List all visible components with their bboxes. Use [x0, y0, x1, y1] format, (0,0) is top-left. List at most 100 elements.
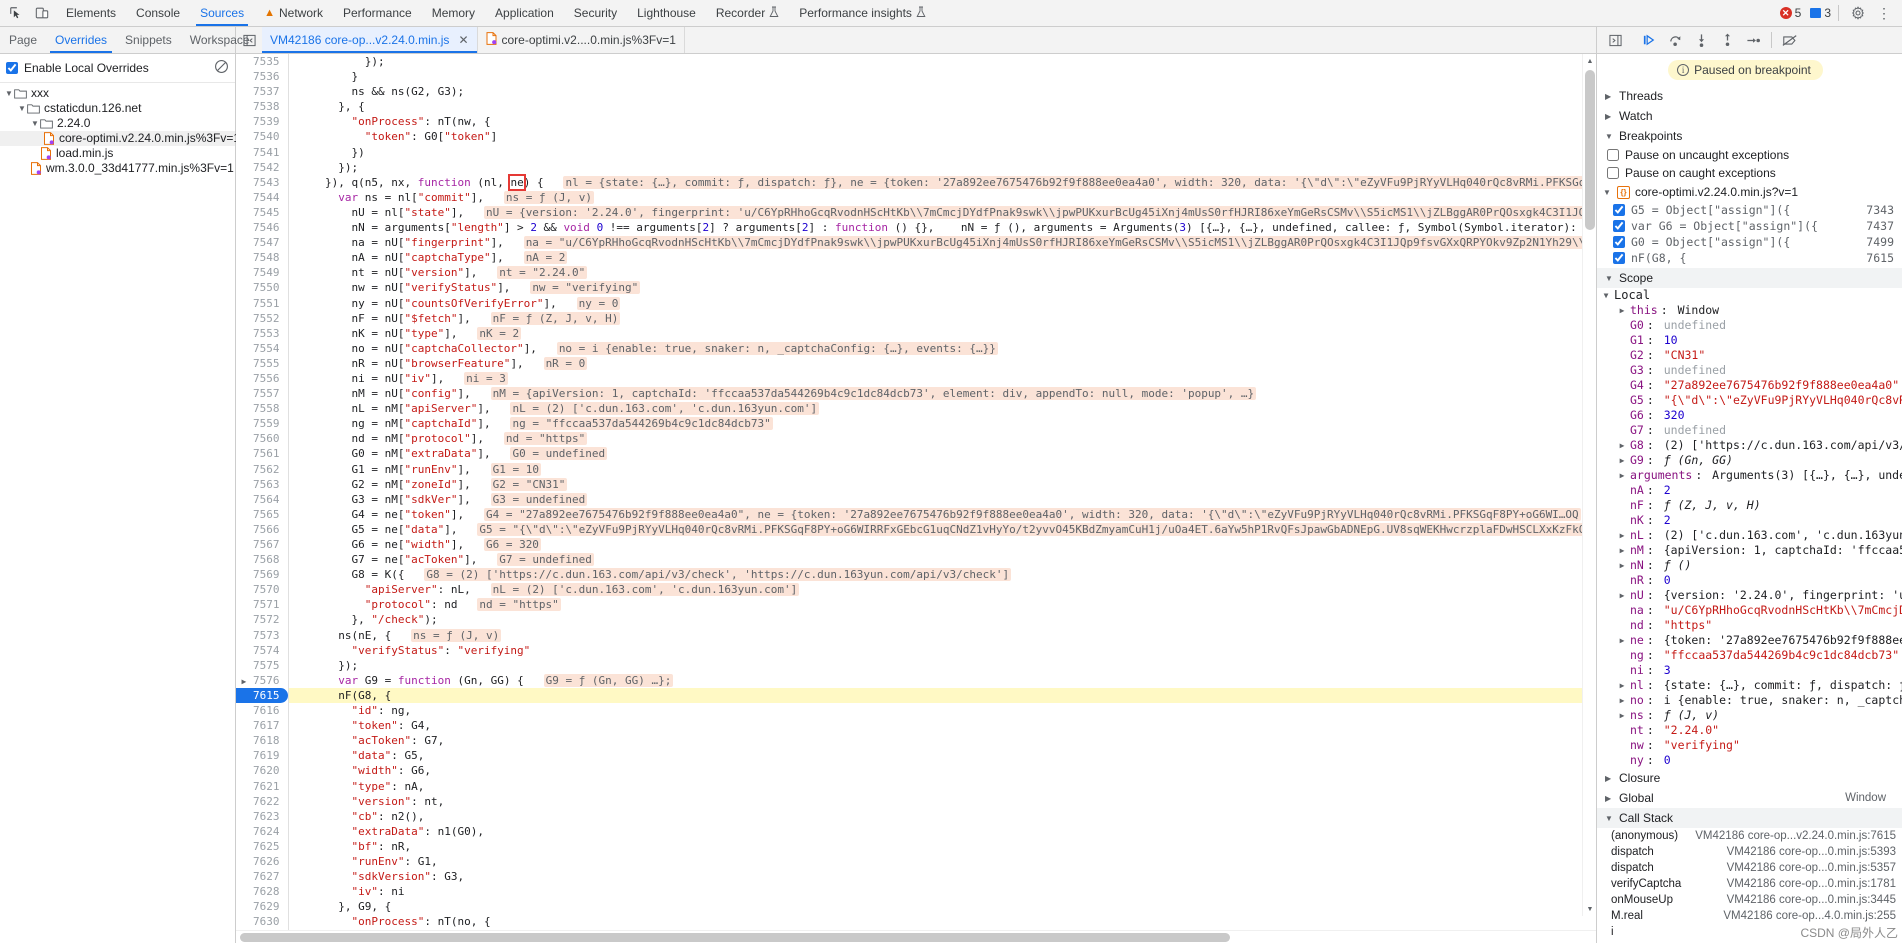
scope-variable-row[interactable]: nK: 2	[1603, 513, 1902, 528]
chevron-right-icon[interactable]: ▶	[1617, 633, 1627, 648]
scope-variable-row[interactable]: G0: undefined	[1603, 318, 1902, 333]
code-line[interactable]: 7535 });	[236, 54, 1596, 70]
scope-variable-row[interactable]: nF: ƒ (Z, J, v, H)	[1603, 498, 1902, 513]
line-number[interactable]: 7575	[236, 657, 288, 673]
code-line-current[interactable]: 7615 nF(G8, {	[236, 687, 1596, 704]
chevron-right-icon[interactable]: ▶	[1617, 528, 1627, 543]
scope-local-header[interactable]: ▼ Local	[1597, 288, 1902, 303]
line-number[interactable]: 7553	[236, 325, 288, 341]
code-line[interactable]: 7561 G0 = nM["extraData"], G0 = undefine…	[236, 446, 1596, 462]
code-line[interactable]: 7572 }, "/check");	[236, 612, 1596, 628]
chevron-right-icon[interactable]: ▶	[1617, 588, 1627, 603]
line-number[interactable]: 7622	[236, 793, 288, 809]
code-line[interactable]: 7541 })	[236, 144, 1596, 160]
code-line[interactable]: 7538 }, {	[236, 99, 1596, 115]
code-line-content[interactable]: "verifyStatus": "verifying"	[287, 642, 1596, 658]
code-line[interactable]: 7559 ng = nM["captchaId"], ng = "ffccaa5…	[236, 416, 1596, 432]
code-line[interactable]: ▶ 7576 var G9 = function (Gn, GG) { G9 =…	[236, 672, 1596, 688]
section-breakpoints[interactable]: ▼ Breakpoints	[1597, 126, 1902, 146]
line-number[interactable]: 7560	[236, 431, 288, 447]
line-number[interactable]: 7544	[236, 189, 288, 205]
code-line-content[interactable]: "protocol": nd nd = "https"	[287, 597, 1596, 613]
code-line-content[interactable]: ny = nU["countsOfVerifyError"], ny = 0	[287, 295, 1596, 311]
line-number[interactable]: 7574	[236, 642, 288, 658]
line-number[interactable]: 7555	[236, 355, 288, 371]
code-line[interactable]: 7575 });	[236, 657, 1596, 673]
chevron-right-icon[interactable]: ▶	[1617, 453, 1627, 468]
line-number[interactable]: 7539	[236, 114, 288, 130]
code-line[interactable]: 7571 "protocol": nd nd = "https"	[236, 597, 1596, 613]
scope-variable-row[interactable]: nR: 0	[1603, 573, 1902, 588]
line-number[interactable]: 7619	[236, 748, 288, 764]
code-line[interactable]: 7618 "acToken": G7,	[236, 733, 1596, 749]
section-global[interactable]: ▶ Global Window	[1597, 788, 1902, 808]
code-line[interactable]: 7563 G2 = nM["zoneId"], G2 = "CN31"	[236, 476, 1596, 492]
code-line-content[interactable]: G7 = ne["acToken"], G7 = undefined	[287, 552, 1596, 568]
line-number[interactable]: 7627	[236, 869, 288, 885]
code-line[interactable]: 7628 "iv": ni	[236, 884, 1596, 900]
scope-variable-row[interactable]: G7: undefined	[1603, 423, 1902, 438]
code-line[interactable]: 7539 "onProcess": nT(nw, {	[236, 114, 1596, 130]
code-line[interactable]: 7570 "apiServer": nL, nL = (2) ['c.dun.1…	[236, 582, 1596, 598]
code-line-content[interactable]: nt = nU["version"], nt = "2.24.0"	[287, 265, 1596, 281]
code-line-content[interactable]: nF(G8, {	[287, 687, 1596, 704]
line-number[interactable]: 7547	[236, 235, 288, 251]
scroll-up-icon[interactable]: ▲	[1583, 54, 1596, 68]
chevron-right-icon[interactable]: ▶	[1617, 438, 1627, 453]
line-number[interactable]: 7573	[236, 627, 288, 643]
scope-variable-row[interactable]: nw: "verifying"	[1603, 738, 1902, 753]
code-line-content[interactable]: nN = arguments["length"] > 2 && void 0 !…	[287, 220, 1596, 236]
code-line-content[interactable]: G8 = K({ G8 = (2) ['https://c.dun.163.co…	[287, 567, 1596, 583]
code-line[interactable]: 7546 nN = arguments["length"] > 2 && voi…	[236, 220, 1596, 236]
code-line[interactable]: 7574 "verifyStatus": "verifying"	[236, 642, 1596, 658]
line-number[interactable]: 7568	[236, 552, 288, 568]
code-line-content[interactable]: nL = nM["apiServer"], nL = (2) ['c.dun.1…	[287, 401, 1596, 417]
code-line-content[interactable]: ni = nU["iv"], ni = 3	[287, 370, 1596, 387]
tree-file-row[interactable]: core-optimi.v2.24.0.min.js%3Fv=1	[0, 131, 240, 146]
code-line-content[interactable]: });	[287, 159, 1596, 175]
breakpoint-enabled-checkbox[interactable]	[1613, 252, 1625, 264]
inspect-element-icon[interactable]	[4, 2, 28, 24]
toggle-debugger-sidebar-icon[interactable]	[1603, 29, 1627, 51]
scope-variable-row[interactable]: na: "u/C6YpRHhoGcqRvodnHScHtKb\\7mCmcjDY…	[1603, 603, 1902, 618]
code-line-content[interactable]: var G9 = function (Gn, GG) { G9 = ƒ (Gn,…	[287, 672, 1596, 688]
line-number[interactable]: 7567	[236, 537, 288, 553]
editor-vertical-scrollbar[interactable]: ▲ ▼	[1582, 54, 1596, 916]
resume-script-execution-icon[interactable]	[1637, 29, 1661, 51]
line-number[interactable]: 7565	[236, 506, 288, 522]
line-number[interactable]: 7540	[236, 129, 288, 145]
line-number[interactable]: 7548	[236, 250, 288, 266]
code-line[interactable]: 7567 G6 = ne["width"], G6 = 320	[236, 537, 1596, 553]
line-number[interactable]: 7549	[236, 265, 288, 281]
code-line[interactable]: 7551 ny = nU["countsOfVerifyError"], ny …	[236, 295, 1596, 311]
scope-variable-row[interactable]: ▶ne: {token: '27a892ee7675476b92f9f888ee…	[1603, 633, 1902, 648]
warning-count-badge[interactable]: 3	[1810, 6, 1831, 20]
line-number[interactable]: 7559	[236, 416, 288, 432]
scope-variable-row[interactable]: nt: "2.24.0"	[1603, 723, 1902, 738]
scope-variable-row[interactable]: ▶nL: (2) ['c.dun.163.com', 'c.dun.163yun…	[1603, 528, 1902, 543]
code-line[interactable]: 7558 nL = nM["apiServer"], nL = (2) ['c.…	[236, 401, 1596, 417]
step-over-next-function-call-icon[interactable]	[1663, 29, 1687, 51]
code-line[interactable]: 7622 "version": nt,	[236, 793, 1596, 809]
line-number[interactable]: 7545	[236, 204, 288, 221]
code-line-content[interactable]: G0 = nM["extraData"], G0 = undefined	[287, 446, 1596, 462]
code-line-content[interactable]: G6 = ne["width"], G6 = 320	[287, 537, 1596, 553]
pause-on-uncaught-exceptions-row[interactable]: Pause on uncaught exceptions	[1597, 146, 1902, 164]
chevron-right-icon[interactable]: ▶	[1617, 543, 1627, 558]
code-line-content[interactable]: });	[287, 54, 1596, 70]
code-line-content[interactable]: ns(nE, { ns = ƒ (J, v)	[287, 627, 1596, 643]
code-line-content[interactable]: "onProcess": nT(no, {	[287, 914, 1596, 930]
tab-performance-insights[interactable]: Performance insights	[789, 0, 936, 26]
line-number[interactable]: 7615	[236, 687, 288, 704]
section-call-stack[interactable]: ▼ Call Stack	[1597, 808, 1902, 828]
line-number[interactable]: 7557	[236, 386, 288, 402]
section-watch[interactable]: ▶ Watch	[1597, 106, 1902, 126]
code-scroll-area[interactable]: 7535 }); 7536 } 7537 ns && ns(G2, G3); 7538…	[236, 54, 1596, 930]
code-line-content[interactable]: });	[287, 657, 1596, 673]
line-number[interactable]: 7618	[236, 733, 288, 749]
chevron-right-icon[interactable]: ▶	[1617, 303, 1627, 318]
tree-folder-row[interactable]: ▼ 2.24.0	[0, 116, 235, 131]
code-line-content[interactable]: nd = nM["protocol"], nd = "https"	[287, 431, 1596, 447]
nav-tab-snippets[interactable]: Snippets	[116, 27, 181, 53]
code-line[interactable]: 7626 "runEnv": G1,	[236, 853, 1596, 870]
